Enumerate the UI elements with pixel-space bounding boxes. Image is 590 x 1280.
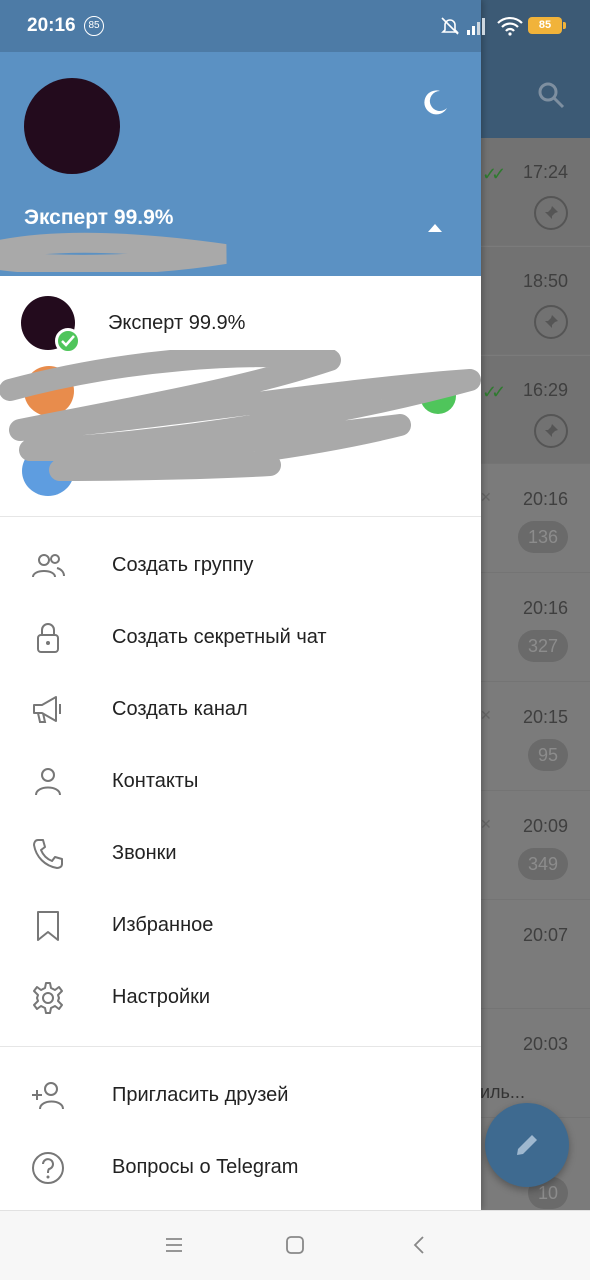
- chat-snippet: иль...: [480, 1082, 525, 1102]
- menu-label: Настройки: [112, 986, 211, 1008]
- menu-invite-friends[interactable]: Пригласить друзей: [0, 1060, 481, 1132]
- back-icon[interactable]: [410, 1235, 430, 1255]
- chat-time: 18:50: [522, 271, 568, 291]
- menu-label: Звонки: [112, 842, 177, 864]
- pencil-icon: [517, 1135, 537, 1155]
- night-mode-icon[interactable]: [420, 88, 450, 118]
- chat-time: 20:09: [522, 816, 568, 836]
- bookmark-icon: [37, 911, 59, 941]
- chat-row[interactable]: ✕ 20:15 95: [480, 683, 590, 791]
- divider: [0, 516, 481, 517]
- profile-avatar[interactable]: [24, 78, 120, 174]
- muted-icon: ✕: [480, 489, 492, 505]
- muted-bell-icon: [441, 17, 459, 35]
- unread-badge: 327: [517, 630, 568, 662]
- menu-settings[interactable]: Настройки: [0, 962, 481, 1034]
- unread-badge: 349: [517, 848, 568, 880]
- status-bar: 20:16 85 85: [0, 0, 590, 52]
- contact-icon: [35, 768, 61, 796]
- menu-label: Создать канал: [112, 698, 248, 720]
- chat-row[interactable]: ✓✓ 16:29: [480, 356, 590, 464]
- menu-label: Создать секретный чат: [112, 626, 327, 648]
- menu-saved-messages[interactable]: Избранное: [0, 890, 481, 962]
- menu-label: Вопросы о Telegram: [112, 1156, 299, 1178]
- chat-time: 20:16: [522, 598, 568, 618]
- wifi-icon: [497, 16, 523, 36]
- read-check-icon: ✓✓: [482, 382, 506, 402]
- help-icon: [32, 1152, 64, 1184]
- notification-count-icon: 85: [84, 16, 104, 36]
- menu-label: Создать группу: [112, 554, 254, 576]
- chat-row[interactable]: 20:03 иль...: [480, 1010, 590, 1118]
- menu-contacts[interactable]: Контакты: [0, 746, 481, 818]
- status-time: 20:16: [27, 15, 76, 36]
- chat-row[interactable]: ✓✓ 17:24: [480, 138, 590, 246]
- menu-create-secret-chat[interactable]: Создать секретный чат: [0, 602, 481, 674]
- pin-icon: [534, 305, 568, 339]
- accounts-toggle-icon[interactable]: [428, 224, 442, 232]
- menu-icon[interactable]: [164, 1235, 184, 1255]
- pin-icon: [534, 414, 568, 448]
- chat-row[interactable]: ✕ 20:16 136: [480, 465, 590, 573]
- menu-calls[interactable]: Звонки: [0, 818, 481, 890]
- menu-label: Избранное: [112, 914, 214, 936]
- profile-name: Эксперт 99.9%: [24, 206, 174, 229]
- group-icon: [32, 554, 65, 578]
- menu-label: Пригласить друзей: [112, 1084, 289, 1106]
- muted-icon: ✕: [480, 816, 492, 832]
- battery-icon: 85: [528, 17, 566, 34]
- menu-telegram-faq[interactable]: Вопросы о Telegram: [0, 1132, 481, 1204]
- unread-badge: 95: [527, 739, 568, 771]
- compose-button[interactable]: [485, 1103, 569, 1187]
- redacted-scribble: [0, 350, 481, 481]
- gear-icon: [33, 982, 63, 1014]
- signal-icon: [467, 18, 485, 35]
- divider: [0, 1046, 481, 1047]
- lock-icon: [37, 623, 59, 653]
- menu-label: Контакты: [112, 770, 199, 792]
- redacted-accounts: [0, 350, 481, 516]
- muted-icon: ✕: [480, 707, 492, 723]
- chat-time: 16:29: [522, 380, 568, 400]
- account-name: Эксперт 99.9%: [108, 312, 246, 334]
- read-check-icon: ✓✓: [482, 164, 506, 184]
- phone-icon: [33, 839, 63, 869]
- megaphone-icon: [33, 696, 61, 723]
- chat-row[interactable]: 18:50: [480, 247, 590, 355]
- chat-time: 20:15: [522, 707, 568, 727]
- navigation-drawer: Эксперт 99.9% Эксперт 99.9% Создать груп…: [0, 0, 481, 1210]
- search-icon[interactable]: [536, 80, 566, 110]
- menu-create-channel[interactable]: Создать канал: [0, 674, 481, 746]
- chat-time: 20:03: [522, 1034, 568, 1054]
- chat-time: 17:24: [522, 162, 568, 182]
- pin-icon: [534, 196, 568, 230]
- chat-row[interactable]: 20:07: [480, 901, 590, 1009]
- redacted-scribble: [0, 232, 227, 272]
- chat-time: 20:16: [522, 489, 568, 509]
- chat-row[interactable]: ✕ 20:09 349: [480, 792, 590, 900]
- menu-create-group[interactable]: Создать группу: [0, 530, 481, 602]
- system-navigation-bar: [0, 1210, 590, 1280]
- chat-row[interactable]: 20:16 327: [480, 574, 590, 682]
- add-person-icon: [32, 1082, 64, 1110]
- unread-badge: 136: [517, 521, 568, 553]
- chat-time: 20:07: [522, 925, 568, 945]
- home-icon[interactable]: [285, 1235, 305, 1255]
